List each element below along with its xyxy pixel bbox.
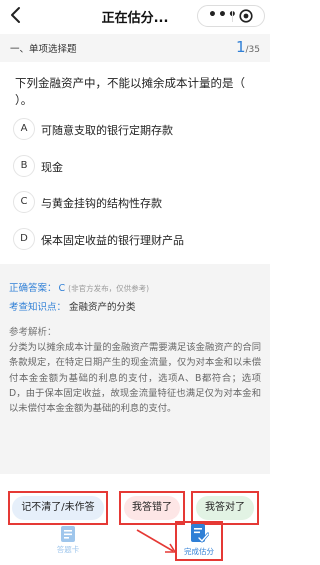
option-label: 与黄金挂钩的结构性存款 xyxy=(41,197,162,210)
finish-estimate-icon xyxy=(191,524,209,543)
finish-estimate-label: 完成估分 xyxy=(184,547,214,556)
annotation-box-right xyxy=(191,491,259,525)
answer-panel: 正确答案： C (非官方发布，仅供参考) 考查知识点： 金融资产的分类 参考解析： 分… xyxy=(0,264,270,474)
option-label: 现金 xyxy=(41,161,63,174)
knowledge-point-row: 考查知识点： 金融资产的分类 xyxy=(9,299,136,313)
annotation-arrow-icon xyxy=(136,529,176,553)
progress-total: /35 xyxy=(245,45,260,55)
section-title: 一、单项选择题 xyxy=(10,44,77,55)
option-letter: D xyxy=(13,228,35,250)
progress-current: 1 xyxy=(235,38,246,56)
correct-answer-row: 正确答案： C (非官方发布，仅供参考) xyxy=(9,280,149,294)
mini-program-capsule: ••• xyxy=(197,5,265,27)
answer-card-tab[interactable]: 答题卡 xyxy=(48,525,88,555)
explanation-label: 参考解析： xyxy=(9,327,57,338)
question-text: 下列金融资产中，不能以摊余成本计量的是（ ）。 xyxy=(15,76,245,107)
capsule-divider xyxy=(232,11,233,22)
answer-disclaimer: (非官方发布，仅供参考) xyxy=(68,284,150,293)
answer-card-label: 答题卡 xyxy=(56,545,80,554)
annotation-box-unsure xyxy=(8,491,108,525)
question-progress: 1/35 xyxy=(236,38,260,56)
page-title: 正在估分... xyxy=(101,11,169,26)
option-label: 保本固定收益的银行理财产品 xyxy=(41,234,184,247)
option-b[interactable]: B 现金 xyxy=(13,155,263,179)
correct-answer-label: 正确答案： xyxy=(9,283,57,294)
back-arrow-icon[interactable] xyxy=(6,3,28,27)
option-c[interactable]: C 与黄金挂钩的结构性存款 xyxy=(13,191,263,215)
annotation-box-wrong xyxy=(119,491,185,525)
explanation-text: 分类为以摊余成本计量的金融资产需要满足该金融资产的合同条款规定，在特定日期产生的… xyxy=(9,342,261,415)
answer-card-icon xyxy=(61,526,75,542)
option-letter: B xyxy=(13,155,35,177)
more-options-icon[interactable]: ••• xyxy=(208,8,237,24)
option-a[interactable]: A 可随意支取的银行定期存款 xyxy=(13,118,263,142)
close-target-icon[interactable] xyxy=(239,9,253,23)
option-d[interactable]: D 保本固定收益的银行理财产品 xyxy=(13,228,263,252)
section-header: 一、单项选择题 1/35 xyxy=(0,34,270,62)
option-letter: A xyxy=(13,118,35,140)
finish-estimate-tab[interactable]: 完成估分 xyxy=(177,523,221,557)
nav-bar: 正在估分... ••• xyxy=(0,0,270,32)
option-label: 可随意支取的银行定期存款 xyxy=(41,124,173,137)
option-letter: C xyxy=(13,191,35,213)
knowledge-point-value: 金融资产的分类 xyxy=(69,302,136,313)
knowledge-point-label: 考查知识点： xyxy=(9,302,67,313)
correct-answer-value: C xyxy=(58,283,66,294)
